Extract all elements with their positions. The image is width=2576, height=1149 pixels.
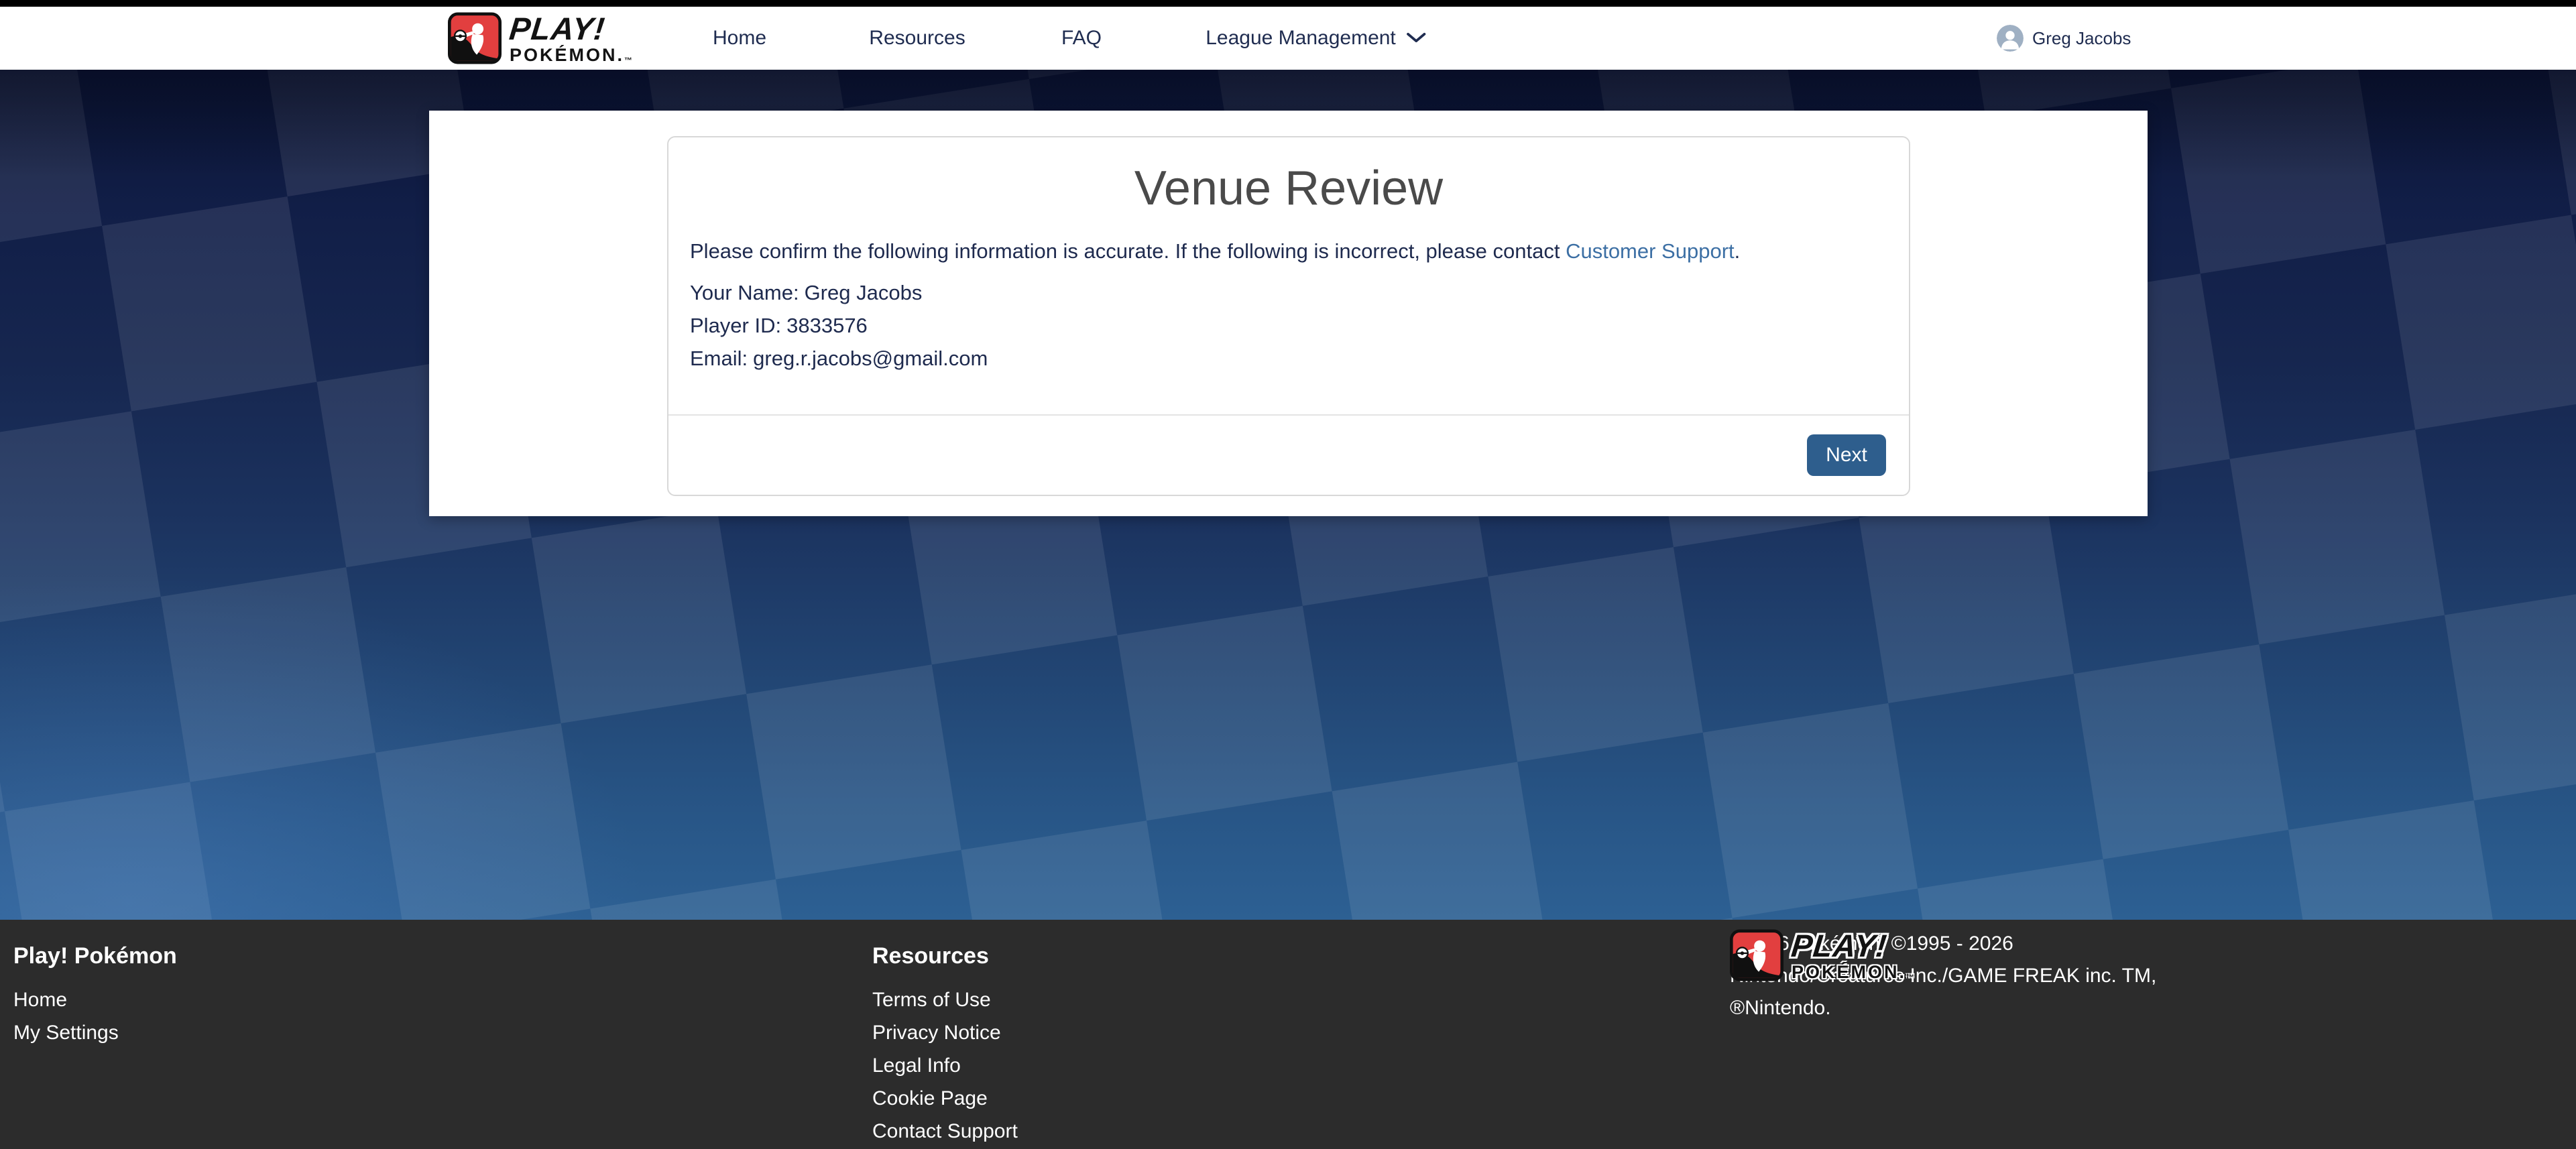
nav-item-resources[interactable]: Resources [869, 27, 965, 50]
intro-suffix: . [1735, 239, 1741, 263]
trademark-symbol: ™ [1906, 973, 1914, 982]
brand-play-text: PLAY! [1790, 930, 1916, 961]
trademark-symbol: ™ [624, 56, 632, 65]
footer-link-contact-support[interactable]: Contact Support [872, 1115, 1018, 1148]
user-avatar-icon [1997, 25, 2024, 52]
brand-wordmark: PLAY! POKÉMON.™ [1792, 930, 1914, 981]
footer-column-play-pokemon: Play! Pokémon Home My Settings [13, 920, 177, 1049]
brand-pokemon-text: POKÉMON.™ [1792, 963, 1914, 981]
field-email: Email:greg.r.jacobs@gmail.com [690, 342, 1887, 375]
user-menu[interactable]: Greg Jacobs [1997, 25, 2131, 52]
field-value: 3833576 [786, 314, 868, 337]
customer-support-link[interactable]: Customer Support [1566, 239, 1735, 263]
copyright-line: ®Nintendo. [1730, 992, 2156, 1024]
field-label: Player ID: [690, 314, 781, 337]
footer-link-privacy-notice[interactable]: Privacy Notice [872, 1016, 1018, 1049]
field-label: Your Name: [690, 281, 799, 304]
next-button[interactable]: Next [1807, 434, 1886, 476]
footer-link-home[interactable]: Home [13, 983, 177, 1016]
field-value: greg.r.jacobs@gmail.com [753, 347, 988, 370]
page-title: Venue Review [668, 160, 1909, 217]
player-info: Your Name:Greg Jacobs Player ID:3833576 … [690, 276, 1887, 375]
footer-link-terms-of-use[interactable]: Terms of Use [872, 983, 1018, 1016]
content-panel: Venue Review Please confirm the followin… [429, 111, 2148, 516]
top-black-strip [0, 0, 2576, 7]
main-navbar: PLAY! POKÉMON.™ Home Resources FAQ Leagu… [0, 7, 2576, 70]
card-action-bar: Next [668, 414, 1909, 495]
footer-play-pokemon-logo: PLAY! POKÉMON.™ [1730, 929, 1914, 981]
venue-review-card: Venue Review Please confirm the followin… [667, 136, 1910, 496]
footer-heading: Resources [872, 944, 1018, 968]
confirmation-text: Please confirm the following information… [690, 238, 1887, 265]
site-footer: Play! Pokémon Home My Settings Resources… [0, 920, 2576, 1149]
footer-link-legal-info[interactable]: Legal Info [872, 1049, 1018, 1082]
nav-item-home[interactable]: Home [713, 27, 766, 50]
footer-heading: Play! Pokémon [13, 944, 177, 968]
pokeball-trainer-badge-icon [1730, 929, 1783, 981]
field-your-name: Your Name: Greg Jacobs [690, 276, 1887, 309]
brand-pokemon-text: POKÉMON.™ [510, 46, 632, 64]
pokeball-trainer-badge-icon [448, 12, 502, 64]
nav-item-faq[interactable]: FAQ [1061, 27, 1102, 50]
field-player-id: Player ID:3833576 [690, 309, 1887, 342]
nav-item-league-management[interactable]: League Management [1206, 27, 1427, 50]
footer-column-legal: PLAY! POKÉMON.™ ©2026 Pokémon. ©1995 - 2… [1730, 920, 2156, 1024]
footer-column-resources: Resources Terms of Use Privacy Notice Le… [872, 920, 1018, 1148]
footer-link-cookie-page[interactable]: Cookie Page [872, 1082, 1018, 1115]
field-value: Greg Jacobs [805, 281, 923, 304]
page: PLAY! POKÉMON.™ Home Resources FAQ Leagu… [0, 0, 2576, 1149]
brand-wordmark: PLAY! POKÉMON.™ [510, 13, 632, 64]
field-label: Email: [690, 347, 748, 370]
intro-prefix: Please confirm the following information… [690, 239, 1566, 263]
chevron-down-icon [1405, 27, 1427, 50]
user-name: Greg Jacobs [2032, 28, 2131, 49]
play-pokemon-logo[interactable]: PLAY! POKÉMON.™ [448, 12, 632, 64]
footer-link-my-settings[interactable]: My Settings [13, 1016, 177, 1049]
brand-play-text: PLAY! [508, 13, 634, 44]
